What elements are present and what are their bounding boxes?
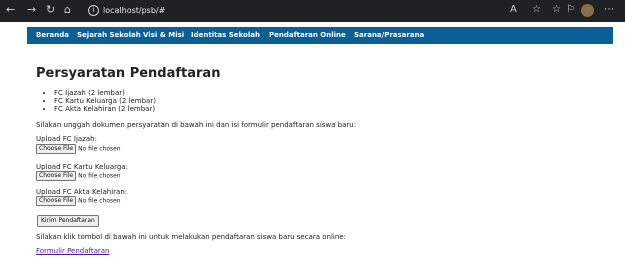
submit-registration-button[interactable]: Kirim Pendaftaran <box>37 215 99 227</box>
home-icon[interactable]: ⌂ <box>64 3 71 17</box>
reload-icon[interactable]: ↻ <box>46 3 55 17</box>
read-aloud-icon[interactable]: A <box>510 3 517 17</box>
menu-item-identitas-sekolah[interactable]: Identitas Sekolah <box>191 27 260 44</box>
menu-item-beranda[interactable]: Beranda <box>36 27 69 44</box>
requirements-list: FC Ijazah (2 lembar) FC Kartu Keluarga (… <box>40 89 156 113</box>
site-info-icon[interactable]: i <box>88 5 99 16</box>
favorites-icon[interactable]: ☆ <box>552 3 561 17</box>
link-instructions: Silakan klik tombol di bawah ini untuk m… <box>36 233 346 241</box>
more-icon[interactable]: ⋯ <box>604 3 614 17</box>
menu-item-sarana-prasarana[interactable]: Sarana/Prasarana <box>354 27 424 44</box>
upload-instructions: Silakan unggah dokumen persyaratan di ba… <box>36 121 357 129</box>
list-item: FC Kartu Keluarga (2 lembar) <box>54 97 156 105</box>
back-icon[interactable]: ← <box>6 3 15 17</box>
upload-ijazah-label: Upload FC Ijazah: <box>36 135 97 143</box>
forward-icon[interactable]: → <box>27 3 36 17</box>
list-item: FC Akta Kelahiran (2 lembar) <box>54 105 156 113</box>
choose-file-kk-button[interactable]: Choose File <box>36 171 77 181</box>
menu-item-sejarah-sekolah[interactable]: Sejarah Sekolah <box>77 27 141 44</box>
choose-file-akta-button[interactable]: Choose File <box>36 196 77 206</box>
main-menu: Beranda Sejarah Sekolah Visi & Misi Iden… <box>27 27 613 44</box>
menu-item-visi-misi[interactable]: Visi & Misi <box>143 27 184 44</box>
page-title: Persyaratan Pendaftaran <box>36 66 221 81</box>
upload-kk-field: Choose File No file chosen <box>36 171 121 181</box>
browser-toolbar: ← → ↻ ⌂ i localhost/psb/# A ☆ ☆ ⚐ ⋯ <box>0 0 625 22</box>
list-item: FC Ijazah (2 lembar) <box>54 89 156 97</box>
file-status: No file chosen <box>78 145 121 153</box>
address-bar[interactable]: i localhost/psb/# <box>88 4 165 18</box>
upload-ijazah-field: Choose File No file chosen <box>36 144 121 154</box>
file-status: No file chosen <box>78 172 121 180</box>
extensions-icon[interactable]: ⚐ <box>566 3 575 17</box>
url-text: localhost/psb/# <box>103 6 166 15</box>
menu-item-pendaftaran-online[interactable]: Pendaftaran Online <box>269 27 346 44</box>
file-status: No file chosen <box>78 197 121 205</box>
favorite-star-icon[interactable]: ☆ <box>532 3 541 17</box>
profile-avatar[interactable] <box>581 4 594 17</box>
choose-file-ijazah-button[interactable]: Choose File <box>36 144 77 154</box>
upload-akta-field: Choose File No file chosen <box>36 196 121 206</box>
registration-form-link[interactable]: Formulir Pendaftaran <box>36 247 110 256</box>
